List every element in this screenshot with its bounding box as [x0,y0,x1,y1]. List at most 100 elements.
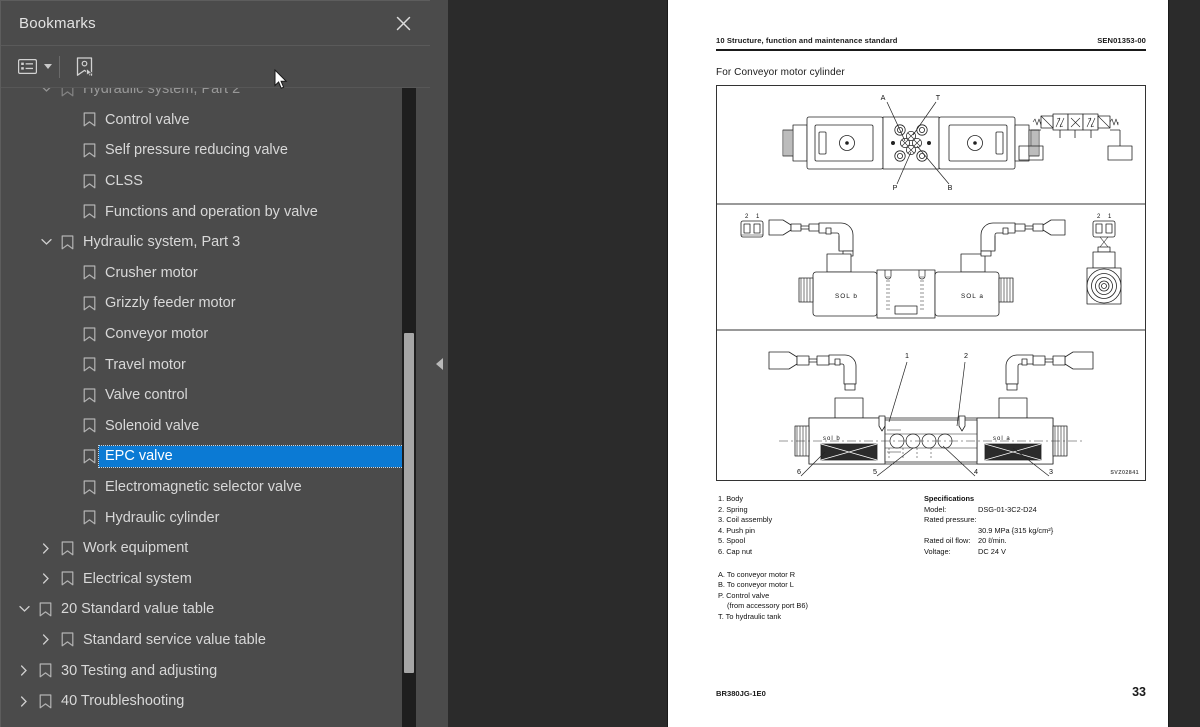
page-number: 33 [1132,685,1146,699]
figure-box: A T P B 2 1 SOL b SOL a 2 1 sol b sol a … [716,85,1146,481]
specification-value: 20 ℓ/min. [978,536,1007,546]
bookmark-item-label: Travel motor [105,356,186,373]
bookmark-tree-item[interactable]: Hydraulic system, Part 2 [1,88,411,105]
bookmark-item-label: Valve control [105,387,188,404]
bookmark-item-label: CLSS [105,173,143,190]
bookmark-tree-item[interactable]: Standard service value table [1,625,411,656]
bookmarks-scrollbar[interactable] [402,88,416,727]
legend-port-item: T. To hydraulic tank [718,611,782,621]
chevron-right-icon[interactable] [13,686,35,716]
specifications-rows: Model: DSG-01-3C2-D24 Rated pressure: 30.9 … [924,505,1053,558]
figure-callout-6: 6 [797,467,801,476]
bookmark-item-label: EPC valve [98,444,412,468]
bookmark-tree-item[interactable]: Crusher motor [1,258,411,289]
bookmark-icon [79,166,99,196]
bookmark-icon [79,319,99,349]
legend-part-item: 2. Spring [718,504,748,514]
specification-value [978,515,1053,526]
bookmark-tree-item[interactable]: 40 Troubleshooting [1,686,411,717]
bookmark-item-label: Functions and operation by valve [105,203,318,220]
bookmark-item-label: 20 Standard value table [61,601,215,618]
pdf-viewer-area: 10 Structure, function and maintenance s… [430,0,1200,727]
chevron-right-icon[interactable] [35,564,57,594]
bookmark-icon [79,472,99,502]
chevron-down-icon[interactable] [35,227,57,257]
list-options-icon[interactable] [18,54,52,80]
bookmark-icon [57,564,77,594]
bookmark-tree-item[interactable]: Control valve [1,105,411,136]
bookmarks-panel-header: Bookmarks [1,1,430,46]
chevron-down-icon[interactable] [35,88,57,104]
bookmark-item-label: Work equipment [83,540,189,557]
figure-label-b: B [948,183,953,192]
bookmark-item-label: Hydraulic system, Part 3 [83,234,241,251]
bookmark-tree-item[interactable]: Solenoid valve [1,411,411,442]
connector-pin-2-left: 2 [745,214,749,220]
bookmark-tree-item[interactable]: 30 Testing and adjusting [1,655,411,686]
bookmark-tree-item[interactable]: Hydraulic cylinder [1,502,411,533]
bookmark-icon [57,227,77,257]
bookmark-tree-item[interactable]: EPC valve [1,441,412,472]
legend-part-item: 5. Spool [718,536,746,546]
bookmark-tree-item[interactable]: Functions and operation by valve [1,196,411,227]
sol-a-label: SOL a [961,293,984,300]
bookmark-tree-item[interactable]: Self pressure reducing valve [1,135,411,166]
bookmark-tree-item[interactable]: Electromagnetic selector valve [1,472,411,503]
bookmark-item-label: Crusher motor [105,264,198,281]
bookmark-icon [79,135,99,165]
bookmark-item-label: 40 Troubleshooting [61,693,185,710]
pdf-page[interactable]: 10 Structure, function and maintenance s… [668,0,1168,727]
specification-key: Voltage: [924,546,951,556]
legend-part-item: 1. Body [718,494,744,503]
bookmark-tree-item[interactable]: Hydraulic system, Part 3 [1,227,411,258]
specification-value: DSG-01-3C2-D24 [978,504,1037,514]
specification-key: Rated pressure: [924,515,977,525]
panel-collapse-handle[interactable] [430,0,448,727]
bookmark-tree-item[interactable]: Electrical system [1,564,411,595]
legend-part-item: 3. Coil assembly [718,515,773,525]
bookmark-icon [79,197,99,227]
chevron-right-icon[interactable] [13,656,35,686]
bookmark-icon [79,441,99,471]
new-bookmark-icon[interactable] [70,54,98,80]
bookmark-tree-item[interactable]: Conveyor motor [1,319,411,350]
bookmark-icon [79,503,99,533]
bookmark-tree-item[interactable]: Travel motor [1,349,411,380]
specification-row: 30.9 MPa {315 kg/cm²} [924,526,1053,537]
figure-id: SVZ02841 [1110,470,1139,476]
connector-pin-2-right: 2 [1097,214,1101,220]
specification-key [924,526,978,537]
bookmark-tree-item[interactable]: CLSS [1,166,411,197]
specification-key: Model: [924,504,947,514]
chevron-right-icon[interactable] [35,625,57,655]
chevron-down-icon [44,64,52,69]
bookmark-tree-item[interactable]: Grizzly feeder motor [1,288,411,319]
bookmark-icon [57,88,77,104]
valve-technical-drawing: A T P B 2 1 SOL b SOL a 2 1 sol b sol a … [717,93,1145,477]
page-footer: BR380JG-1E0 33 [716,685,1146,699]
bookmark-icon [35,686,55,716]
chevron-right-icon[interactable] [35,533,57,563]
bookmark-icon [57,533,77,563]
close-icon[interactable] [390,10,416,36]
chevron-down-icon[interactable] [13,594,35,624]
bookmark-tree-item[interactable] [1,716,411,727]
footer-model: BR380JG-1E0 [716,689,766,698]
bookmarks-scrollbar-thumb[interactable] [404,333,414,673]
bookmarks-panel: Bookmarks Hydraulic system, Part 2 Contr… [0,0,430,727]
bookmark-tree-item[interactable]: Valve control [1,380,411,411]
bookmark-icon [79,380,99,410]
specification-row: Rated oil flow: 20 ℓ/min. [924,536,1053,547]
page-header-rule [716,49,1146,51]
bookmark-tree-item[interactable]: 20 Standard value table [1,594,411,625]
bookmark-tree-item[interactable]: Work equipment [1,533,411,564]
